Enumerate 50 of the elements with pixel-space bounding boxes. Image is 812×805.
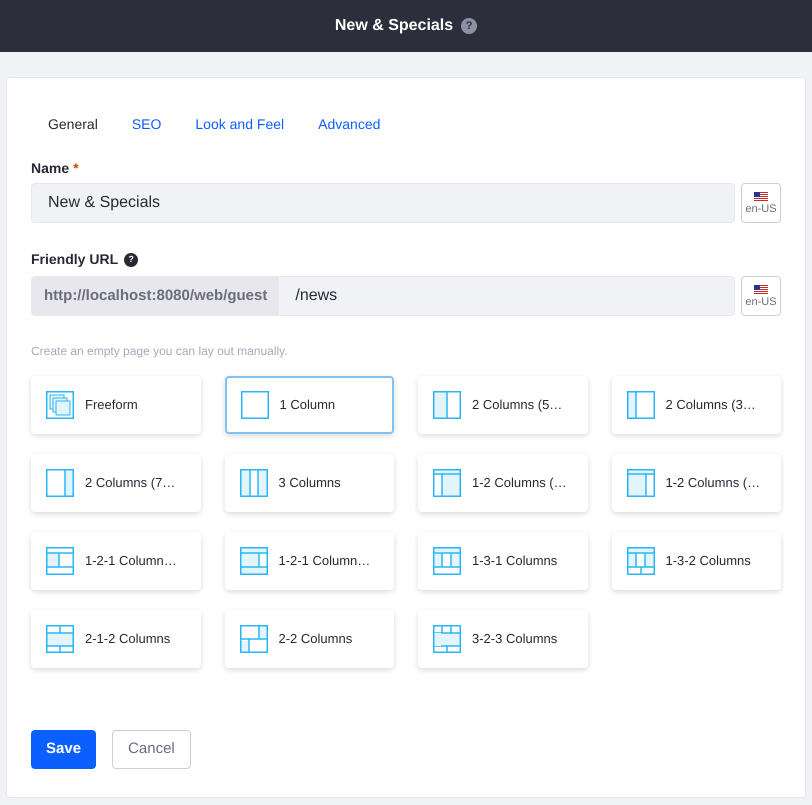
help-icon[interactable]: ? [124,252,138,266]
layout-card[interactable]: 2-2 Columns [224,610,394,668]
layout-card[interactable]: 2 Columns (3… [612,376,781,434]
layout-icon [240,625,268,653]
layout-icon [240,547,268,575]
layout-icon [46,469,74,497]
layout-card[interactable]: 1-3-1 Columns [418,532,588,590]
required-mark: * [73,159,79,178]
layout-card[interactable]: 2 Columns (5… [418,376,588,434]
layout-icon [240,391,268,419]
layout-card[interactable]: Freeform [31,376,200,434]
layout-icon [433,391,461,419]
layout-card[interactable]: 2 Columns (7… [31,454,200,512]
layout-icon [240,469,268,497]
field-label: Name [31,159,70,178]
flag-icon [754,284,768,294]
cancel-button[interactable]: Cancel [112,730,191,769]
layout-icon [626,547,654,575]
page-title: New & Specials [334,16,454,36]
tab[interactable]: Advanced [301,114,398,134]
locale-button[interactable]: en-US [741,183,781,223]
layout-card[interactable]: 1-3-2 Columns [612,532,781,590]
layout-card[interactable]: 2-1-2 Columns [31,610,200,668]
layout-icon [46,547,74,575]
layout-icon [433,625,461,653]
layout-card[interactable]: 1-2-1 Column… [224,532,394,590]
save-button[interactable]: Save [31,730,96,769]
layout-card[interactable]: 1-2-1 Column… [31,532,200,590]
layout-card[interactable]: 3 Columns [224,454,394,512]
layout-icon [46,391,74,419]
field-label: Friendly URL [31,250,118,269]
layout-icon [626,391,654,419]
tab[interactable]: General [31,114,115,134]
url-prefix: http://localhost:8080/web/guest [32,277,280,315]
url-field[interactable]: http://localhost:8080/web/guest /news [31,276,735,316]
locale-button[interactable]: en-US [741,276,781,316]
layout-card[interactable]: 1 Column [224,376,394,434]
layout-icon [46,625,74,653]
layout-icon [433,547,461,575]
tab[interactable]: SEO [114,114,178,134]
help-icon[interactable]: ? [461,18,478,34]
name-input[interactable]: New & Specials [31,183,735,223]
layout-icon [433,469,461,497]
tab[interactable]: Look and Feel [178,114,302,134]
hint-text: Create an empty page you can lay out manually. [31,343,289,360]
layout-card[interactable]: 1-2 Columns (… [418,454,588,512]
flag-icon [754,192,768,202]
layout-card[interactable]: 3-2-3 Columns [418,610,588,668]
layout-card[interactable]: 1-2 Columns (… [612,454,781,512]
layout-icon [626,469,654,497]
